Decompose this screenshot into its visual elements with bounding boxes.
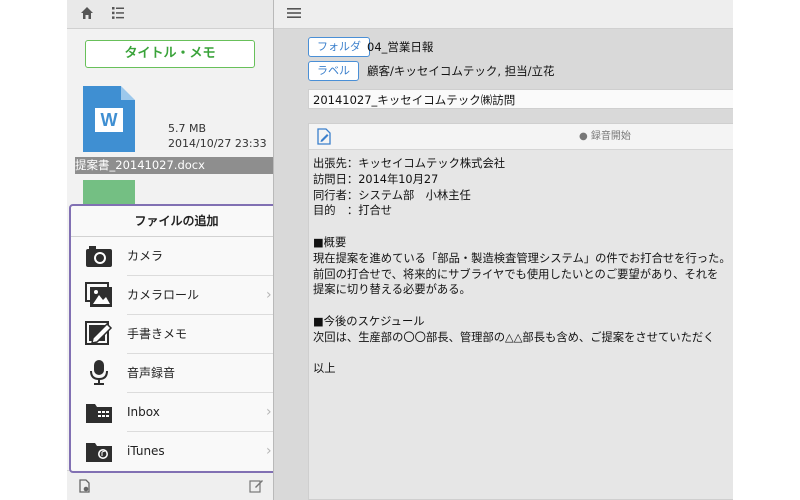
photo-library-icon: [85, 282, 113, 308]
title-memo-button[interactable]: タイトル・メモ: [85, 40, 255, 68]
left-bottom-bar: [67, 470, 273, 500]
menu-icon[interactable]: [287, 7, 301, 22]
popover-item-voice-recording[interactable]: 音声録音: [71, 354, 282, 392]
file-date: 2014/10/27 23:33: [168, 137, 267, 150]
list-icon[interactable]: [111, 6, 125, 23]
folder-button[interactable]: フォルダ: [308, 37, 370, 57]
file-size: 5.7 MB: [168, 122, 207, 135]
record-start-button[interactable]: ● 録音開始: [579, 124, 631, 149]
popover-item-label: カメラ: [127, 249, 164, 263]
home-icon[interactable]: [80, 6, 94, 23]
handwriting-icon: [85, 321, 113, 347]
popover-item-label: Inbox: [127, 405, 160, 419]
popover-title: ファイルの追加: [71, 206, 282, 237]
label-button[interactable]: ラベル: [308, 61, 359, 81]
popover-item-inbox[interactable]: Inbox ›: [71, 393, 282, 431]
add-file-popover: ファイルの追加 カメラ カメラロール › 手書きメモ 音声録音 Inbox › …: [69, 204, 284, 473]
popover-item-camera-roll[interactable]: カメラロール ›: [71, 276, 282, 314]
file-settings-icon[interactable]: [79, 479, 91, 496]
popover-item-label: iTunes: [127, 444, 165, 458]
folder-value: 04_営業日報: [367, 40, 434, 54]
memo-area[interactable]: ● 録音開始 出張先：キッセイコムテック株式会社 訪問日：2014年10月27 …: [308, 123, 733, 500]
file-thumbnail-2[interactable]: [83, 180, 135, 206]
right-toolbar: [274, 0, 733, 29]
chevron-right-icon: ›: [266, 443, 272, 459]
itunes-folder-icon: [85, 438, 113, 464]
label-value: 顧客/キッセイコムテック, 担当/立花: [367, 64, 555, 78]
app-window: タイトル・メモ W 5.7 MB 2014/10/27 23:33 提案書_20…: [67, 0, 733, 500]
popover-item-label: 手書きメモ: [127, 327, 188, 341]
popover-item-label: カメラロール: [127, 288, 200, 302]
compose-icon[interactable]: [249, 478, 264, 496]
camera-icon: [85, 243, 113, 269]
memo-body[interactable]: 出張先：キッセイコムテック株式会社 訪問日：2014年10月27 同行者：システ…: [313, 156, 733, 377]
popover-item-camera[interactable]: カメラ: [71, 237, 282, 275]
popover-item-handwriting[interactable]: 手書きメモ: [71, 315, 282, 353]
popover-item-label: 音声録音: [127, 366, 176, 380]
memo-header: ● 録音開始: [309, 124, 733, 150]
edit-document-icon[interactable]: [317, 128, 333, 148]
microphone-icon: [85, 360, 113, 386]
word-document-icon[interactable]: W: [83, 86, 135, 152]
chevron-right-icon: ›: [266, 287, 272, 303]
left-toolbar: [67, 0, 273, 29]
memo-title-field[interactable]: 20141027_キッセイコムテック㈱訪問: [308, 89, 733, 109]
chevron-right-icon: ›: [266, 404, 272, 420]
inbox-folder-icon: [85, 399, 113, 425]
memo-detail-pane: フォルダ 04_営業日報 ラベル 顧客/キッセイコムテック, 担当/立花 201…: [274, 0, 733, 500]
file-name[interactable]: 提案書_20141027.docx: [75, 157, 273, 174]
popover-item-itunes[interactable]: iTunes ›: [71, 432, 282, 470]
file-list-pane: タイトル・メモ W 5.7 MB 2014/10/27 23:33 提案書_20…: [67, 0, 284, 500]
